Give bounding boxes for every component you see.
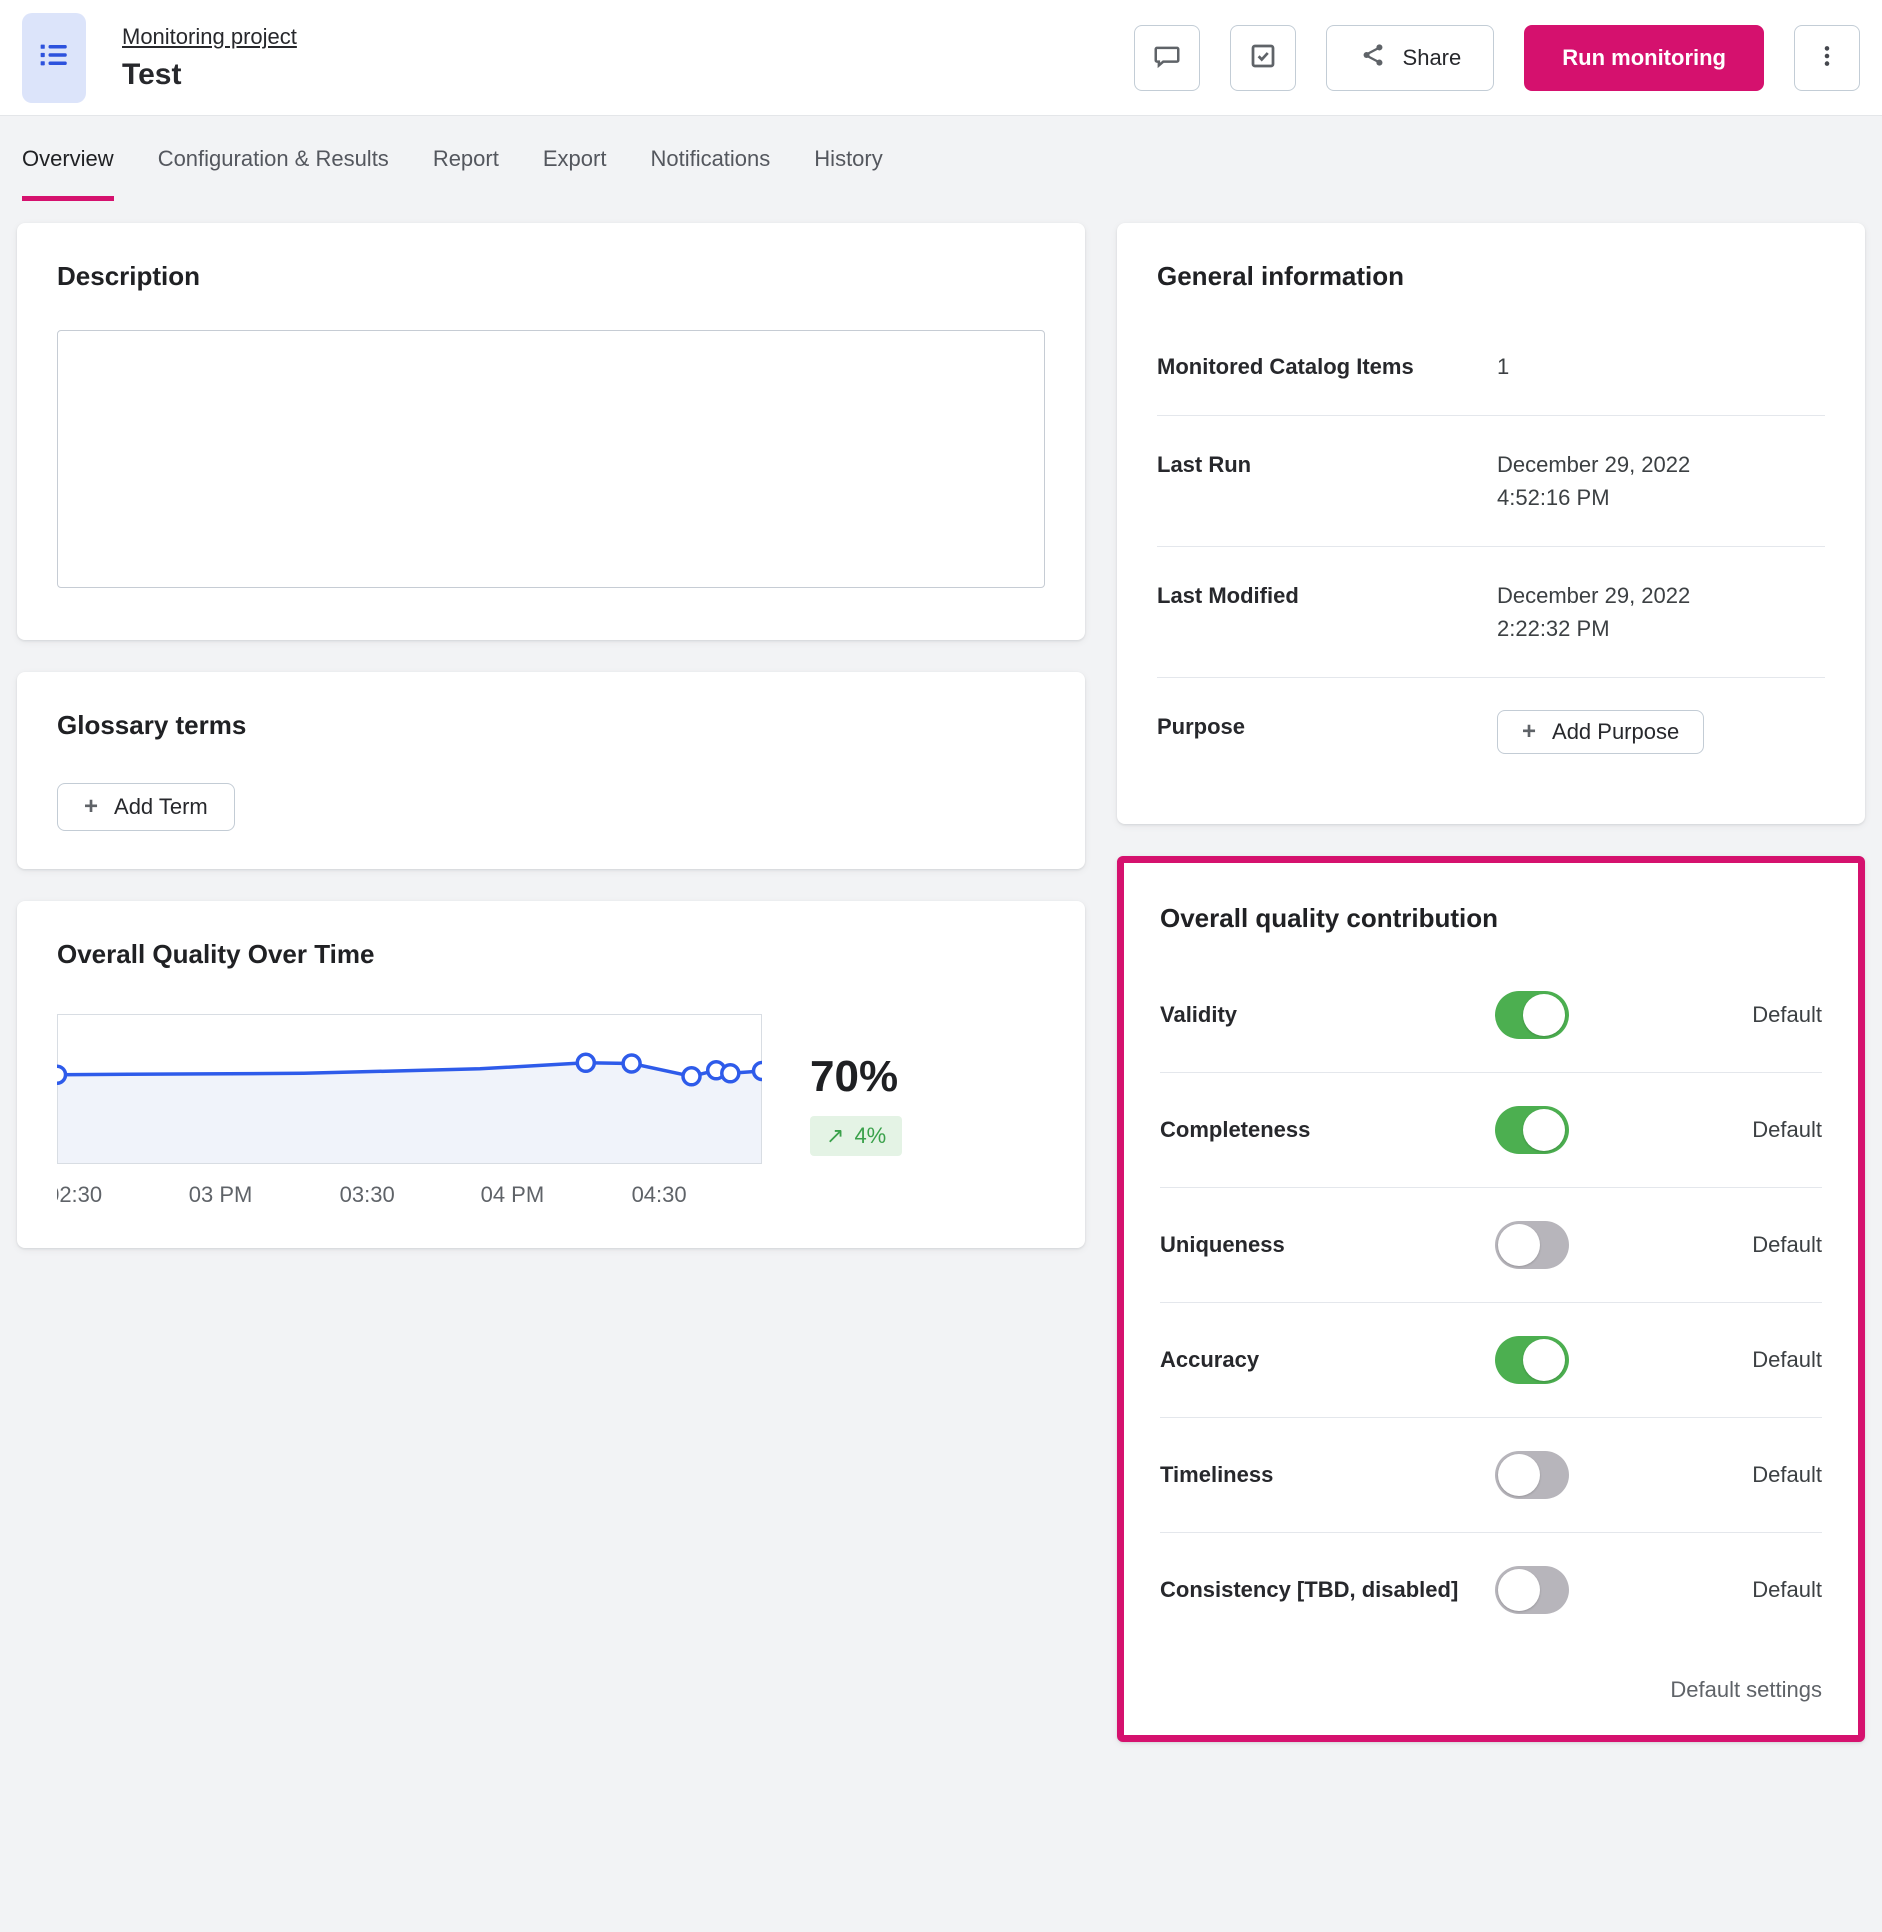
main-content: Description Glossary terms + Add Term Ov…: [0, 201, 1882, 1772]
header-actions: Share Run monitoring: [1133, 24, 1860, 91]
add-purpose-label: Add Purpose: [1552, 719, 1680, 744]
info-row-monitored-items: Monitored Catalog Items 1: [1157, 318, 1825, 416]
contribution-row-validity: Validity Default: [1160, 958, 1822, 1073]
dimension-label: Timeliness: [1160, 1462, 1274, 1488]
add-term-label: Add Term: [114, 794, 208, 819]
dimension-label: Accuracy: [1160, 1347, 1260, 1373]
quality-over-time-card: Overall Quality Over Time 02:30 03 PM 03:3…: [17, 901, 1085, 1248]
tab-notifications[interactable]: Notifications: [650, 146, 770, 201]
glossary-terms-title: Glossary terms: [57, 710, 247, 740]
plus-icon: +: [1522, 718, 1537, 745]
info-label: Monitored Catalog Items: [1157, 354, 1414, 379]
run-monitoring-button[interactable]: Run monitoring: [1524, 24, 1764, 91]
info-value: December 29, 2022 2:22:32 PM: [1497, 583, 1691, 641]
share-button-label: Share: [1402, 44, 1462, 70]
comments-button[interactable]: [1133, 24, 1200, 91]
dimension-setting: Default: [1752, 1347, 1822, 1372]
svg-text:04:30: 04:30: [632, 1182, 687, 1207]
quality-line-chart: 02:30 03 PM 03:30 04 PM 04:30: [57, 1014, 762, 1207]
plus-icon: +: [84, 793, 99, 820]
contribution-row-consistency: Consistency [TBD, disabled] Default: [1160, 1533, 1822, 1647]
info-value: 1: [1497, 354, 1510, 379]
dimension-setting: Default: [1752, 1002, 1822, 1027]
consistency-toggle[interactable]: [1495, 1566, 1569, 1614]
description-title: Description: [57, 261, 201, 291]
dimension-setting: Default: [1752, 1577, 1822, 1602]
tab-bar: Overview Configuration & Results Report …: [0, 115, 1882, 201]
quality-chart-container: 02:30 03 PM 03:30 04 PM 04:30: [57, 1014, 762, 1210]
info-row-purpose: Purpose + Add Purpose: [1157, 678, 1825, 786]
tab-history[interactable]: History: [814, 146, 882, 201]
checkbox-check-icon: [1248, 41, 1278, 74]
svg-text:02:30: 02:30: [57, 1182, 102, 1207]
contribution-row-timeliness: Timeliness Default: [1160, 1418, 1822, 1533]
accuracy-toggle[interactable]: [1495, 1336, 1569, 1384]
add-purpose-button[interactable]: + Add Purpose: [1497, 710, 1705, 754]
dimension-setting: Default: [1752, 1232, 1822, 1257]
tab-configuration-results[interactable]: Configuration & Results: [158, 146, 389, 201]
info-row-last-run: Last Run December 29, 2022 4:52:16 PM: [1157, 416, 1825, 547]
description-card: Description: [17, 223, 1085, 640]
contribution-row-accuracy: Accuracy Default: [1160, 1303, 1822, 1418]
svg-text:03:30: 03:30: [340, 1182, 395, 1207]
trend-value: 4%: [854, 1123, 887, 1148]
validity-toggle[interactable]: [1495, 991, 1569, 1039]
contribution-title: Overall quality contribution: [1160, 903, 1499, 933]
quality-trend-badge: ↗ 4%: [810, 1116, 903, 1156]
tab-export[interactable]: Export: [543, 146, 607, 201]
right-column: General information Monitored Catalog It…: [1117, 223, 1865, 1742]
default-settings-link[interactable]: Default settings: [1670, 1677, 1822, 1702]
general-information-card: General information Monitored Catalog It…: [1117, 223, 1865, 824]
quality-stats: 70% ↗ 4%: [810, 1052, 903, 1156]
info-row-last-modified: Last Modified December 29, 2022 2:22:32 …: [1157, 547, 1825, 678]
info-label: Last Run: [1157, 452, 1252, 477]
dimension-label: Completeness: [1160, 1117, 1311, 1143]
more-actions-button[interactable]: [1794, 24, 1860, 91]
dimension-setting: Default: [1752, 1462, 1822, 1487]
add-term-button[interactable]: + Add Term: [57, 783, 235, 831]
trend-up-arrow-icon: ↗: [826, 1123, 845, 1148]
list-icon: [37, 38, 71, 77]
contribution-row-uniqueness: Uniqueness Default: [1160, 1188, 1822, 1303]
general-information-title: General information: [1157, 261, 1405, 291]
svg-text:04 PM: 04 PM: [481, 1182, 545, 1207]
share-button[interactable]: Share: [1325, 24, 1495, 91]
info-value: December 29, 2022 4:52:16 PM: [1497, 452, 1691, 510]
overall-quality-value: 70%: [810, 1052, 899, 1101]
left-column: Description Glossary terms + Add Term Ov…: [17, 223, 1085, 1248]
contribution-row-completeness: Completeness Default: [1160, 1073, 1822, 1188]
completeness-toggle[interactable]: [1495, 1106, 1569, 1154]
timeliness-toggle[interactable]: [1495, 1451, 1569, 1499]
share-icon: [1359, 41, 1387, 75]
tab-overview[interactable]: Overview: [22, 146, 114, 201]
dimension-label: Consistency [TBD, disabled]: [1160, 1577, 1459, 1603]
page-header: Monitoring project Test Share Run monito…: [0, 0, 1882, 115]
tasks-button[interactable]: [1229, 24, 1296, 91]
glossary-terms-card: Glossary terms + Add Term: [17, 672, 1085, 869]
uniqueness-toggle[interactable]: [1495, 1221, 1569, 1269]
info-label: Last Modified: [1157, 583, 1299, 608]
tab-report[interactable]: Report: [433, 146, 499, 201]
dimension-label: Uniqueness: [1160, 1232, 1285, 1258]
kebab-menu-icon: [1814, 43, 1840, 72]
page-title: Test: [122, 57, 182, 91]
dimension-label: Validity: [1160, 1002, 1238, 1028]
dimension-setting: Default: [1752, 1117, 1822, 1142]
overall-quality-contribution-card: Overall quality contribution Validity De…: [1117, 856, 1865, 1742]
description-input[interactable]: [57, 330, 1045, 588]
project-type-tile: [22, 12, 86, 103]
breadcrumb-monitoring-project[interactable]: Monitoring project: [122, 24, 297, 50]
info-label: Purpose: [1157, 714, 1246, 739]
speech-bubble-icon: [1152, 41, 1182, 74]
svg-text:03 PM: 03 PM: [189, 1182, 253, 1207]
quality-over-time-title: Overall Quality Over Time: [57, 939, 375, 969]
